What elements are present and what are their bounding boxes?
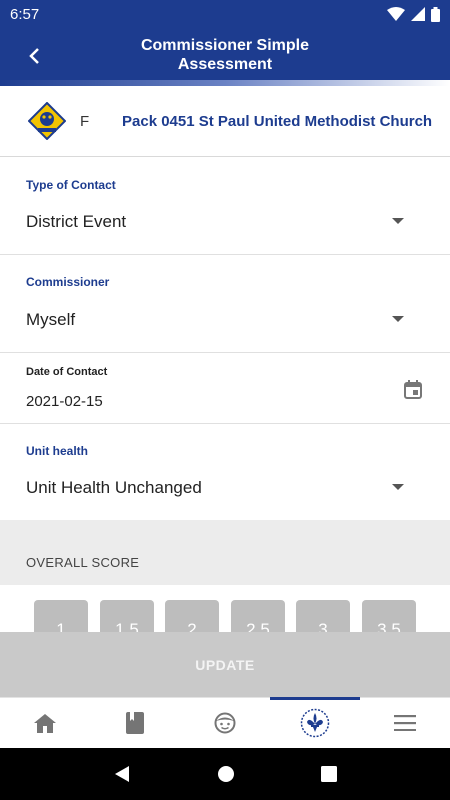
commissioner-value: Myself	[26, 310, 76, 329]
nav-scouting[interactable]	[270, 697, 360, 748]
system-nav-bar	[0, 748, 450, 800]
system-recents-icon[interactable]	[321, 766, 337, 782]
type-of-contact-value: District Event	[26, 212, 127, 231]
status-time: 6:57	[10, 5, 40, 23]
commissioner-field[interactable]: Commissioner Myself	[0, 255, 450, 353]
cub-scout-logo-icon	[28, 102, 66, 140]
overall-score-label: OVERALL SCORE	[26, 555, 140, 570]
bottom-nav	[0, 697, 450, 748]
book-icon	[126, 712, 144, 734]
page-title-line1: Commissioner Simple	[140, 37, 310, 54]
nav-book[interactable]	[90, 698, 180, 748]
menu-icon	[394, 715, 416, 731]
dropdown-caret-icon	[392, 484, 404, 490]
system-back-icon[interactable]	[113, 765, 131, 783]
nav-menu[interactable]	[360, 698, 450, 748]
score-option-1-5[interactable]: 1.5	[100, 600, 154, 632]
commissioner-label: Commissioner	[26, 275, 110, 289]
nav-home[interactable]	[0, 698, 90, 748]
signal-icon	[411, 7, 425, 21]
unit-health-field[interactable]: Unit health Unit Health Unchanged	[0, 424, 450, 520]
overall-score-section: OVERALL SCORE	[0, 520, 450, 585]
page-title-line2: Assessment	[177, 56, 273, 73]
face-icon	[214, 712, 236, 734]
score-option-1[interactable]: 1	[34, 600, 88, 632]
chevron-left-icon	[29, 48, 39, 64]
fleur-de-lis-icon	[300, 708, 330, 738]
unit-header: F Pack 0451 St Paul United Methodist Chu…	[0, 86, 450, 157]
date-of-contact-value: 2021-02-15	[26, 393, 103, 410]
app-bar: Commissioner Simple Assessment	[0, 28, 450, 82]
date-of-contact-label: Date of Contact	[26, 366, 108, 378]
nav-face[interactable]	[180, 698, 270, 748]
update-button[interactable]: UPDATE	[0, 632, 450, 697]
unit-name: Pack 0451 St Paul United Methodist Churc…	[122, 113, 433, 130]
unit-health-label: Unit health	[26, 444, 88, 458]
battery-icon	[431, 6, 440, 22]
score-option-3[interactable]: 3	[296, 600, 350, 632]
score-option-2-5[interactable]: 2.5	[231, 600, 285, 632]
page-title: Commissioner Simple Assessment	[70, 36, 380, 74]
score-options: 1 1.5 2 2.5 3 3.5	[0, 585, 450, 632]
back-button[interactable]	[20, 42, 48, 70]
unit-letter: F	[80, 113, 90, 130]
score-option-3-5[interactable]: 3.5	[362, 600, 416, 632]
calendar-icon[interactable]	[404, 380, 422, 399]
type-of-contact-label: Type of Contact	[26, 178, 116, 192]
dropdown-caret-icon	[392, 218, 404, 224]
dropdown-caret-icon	[392, 316, 404, 322]
system-home-icon[interactable]	[217, 765, 235, 783]
home-icon	[34, 713, 56, 733]
unit-health-value: Unit Health Unchanged	[26, 478, 202, 497]
date-of-contact-field[interactable]: Date of Contact 2021-02-15	[0, 353, 450, 424]
type-of-contact-field[interactable]: Type of Contact District Event	[0, 157, 450, 255]
status-bar: 6:57	[0, 0, 450, 28]
score-option-2[interactable]: 2	[165, 600, 219, 632]
wifi-icon	[387, 7, 405, 21]
